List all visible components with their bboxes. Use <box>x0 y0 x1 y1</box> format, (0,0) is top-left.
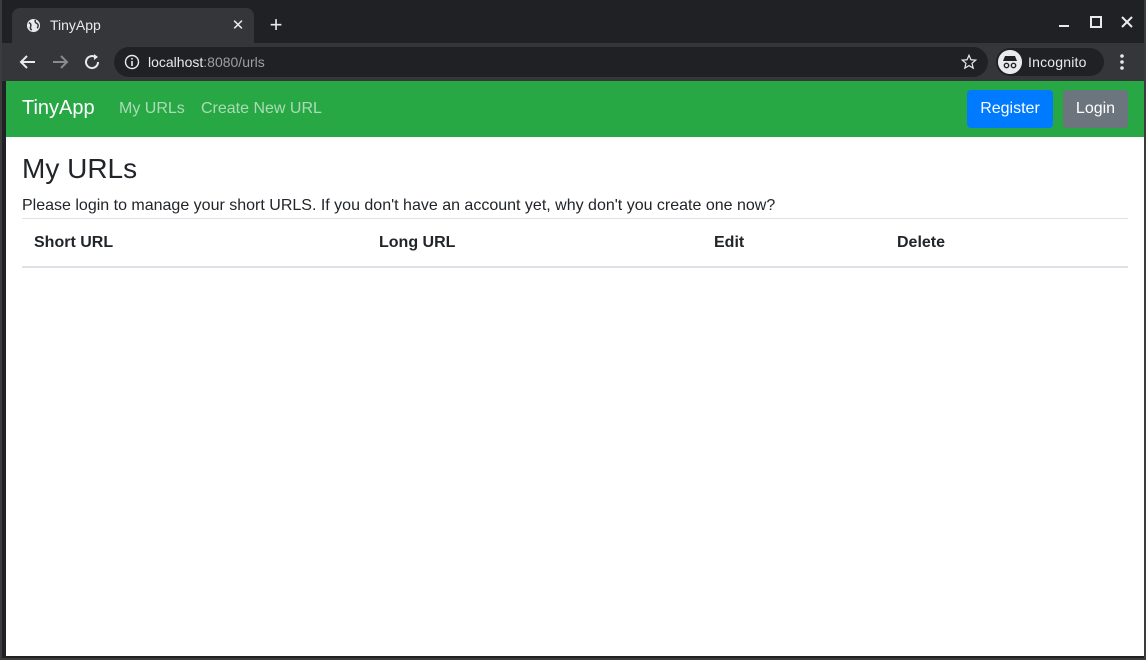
navbar: TinyApp My URLs Create New URL Register … <box>6 81 1144 137</box>
incognito-badge[interactable]: Incognito <box>996 48 1104 76</box>
bookmark-star-icon[interactable] <box>960 53 978 71</box>
new-tab-icon[interactable]: + <box>264 14 288 38</box>
page-viewport: TinyApp My URLs Create New URL Register … <box>6 81 1144 656</box>
back-icon[interactable] <box>16 50 40 74</box>
close-window-icon[interactable] <box>1117 12 1137 32</box>
navbar-brand[interactable]: TinyApp <box>22 97 95 120</box>
maximize-icon[interactable] <box>1086 12 1106 32</box>
page-title: My URLs <box>22 153 138 184</box>
url-path: :8080/urls <box>203 54 265 70</box>
column-header-short-url: Short URL <box>34 234 114 251</box>
close-tab-icon[interactable]: ✕ <box>228 16 248 36</box>
browser-toolbar: localhost:8080/urls Incognito <box>2 43 1144 81</box>
url-text[interactable]: localhost:8080/urls <box>148 54 265 70</box>
forward-icon[interactable] <box>48 50 72 74</box>
more-menu-icon[interactable] <box>1112 52 1132 72</box>
urls-table: Short URL Long URL Edit Delete <box>22 218 1128 268</box>
address-bar[interactable]: localhost:8080/urls <box>114 47 988 77</box>
incognito-label: Incognito <box>1028 54 1087 70</box>
incognito-icon <box>998 50 1022 74</box>
login-button[interactable]: Login <box>1063 90 1128 128</box>
column-header-delete: Delete <box>897 234 946 251</box>
globe-icon <box>26 18 41 33</box>
browser-window: TinyApp ✕ + localhost:8080/urls Incognit… <box>0 0 1146 660</box>
minimize-icon[interactable] <box>1054 12 1074 32</box>
register-button[interactable]: Register <box>967 90 1053 128</box>
info-icon[interactable] <box>124 54 140 70</box>
reload-icon[interactable] <box>80 50 104 74</box>
nav-link-create-new-url[interactable]: Create New URL <box>201 100 322 118</box>
browser-tab[interactable]: TinyApp ✕ <box>12 8 254 43</box>
login-notice: Please login to manage your short URLS. … <box>22 197 776 214</box>
column-header-long-url: Long URL <box>379 234 456 251</box>
url-host: localhost <box>148 54 204 70</box>
tab-title: TinyApp <box>50 17 101 33</box>
column-header-edit: Edit <box>714 234 745 251</box>
tab-strip: TinyApp ✕ + <box>2 0 1144 43</box>
nav-link-my-urls[interactable]: My URLs <box>119 100 185 118</box>
